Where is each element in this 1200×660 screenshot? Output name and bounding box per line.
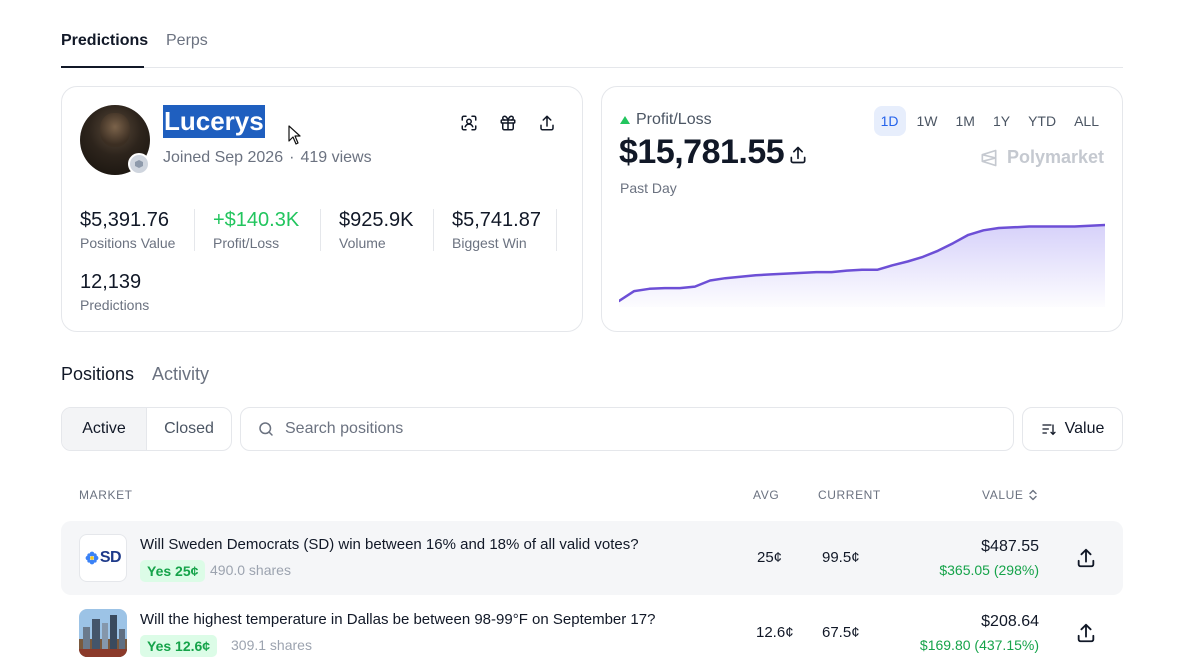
trend-up-icon (620, 116, 630, 124)
pnl-value: $15,781.55 (619, 133, 785, 171)
positions-section-tabs: Positions Activity (61, 364, 209, 385)
city-skyline-image (79, 609, 127, 657)
top-tabs: Predictions Perps (61, 30, 1123, 68)
stat-value: $925.9K (339, 209, 414, 231)
polymarket-watermark: Polymarket (979, 147, 1104, 168)
table-row[interactable]: Will the highest temperature in Dallas b… (61, 596, 1123, 660)
range-tab-1d[interactable]: 1D (873, 106, 906, 136)
column-header-value-label: VALUE (982, 488, 1024, 502)
stat-value: $5,741.87 (452, 209, 541, 231)
avg-price: 12.6¢ (756, 624, 794, 641)
sort-button[interactable]: Value (1022, 407, 1123, 451)
filter-closed-button[interactable]: Closed (146, 408, 231, 450)
stat-biggest-win: $5,741.87 Biggest Win (452, 209, 541, 251)
current-price: 99.5¢ (822, 549, 860, 566)
range-tab-ytd[interactable]: YTD (1021, 106, 1063, 136)
market-thumbnail: SD (79, 534, 127, 582)
range-tab-1w[interactable]: 1W (910, 106, 945, 136)
stat-divider (556, 209, 557, 251)
share-icon[interactable] (535, 111, 559, 135)
column-header-avg: AVG (753, 488, 780, 502)
sort-icon (1041, 424, 1056, 436)
stat-label: Positions Value (80, 235, 176, 251)
pnl-label: Profit/Loss (636, 111, 712, 128)
share-icon[interactable] (1075, 547, 1097, 569)
flower-logo-icon (85, 551, 99, 565)
stat-label: Biggest Win (452, 235, 527, 251)
stat-divider (433, 209, 434, 251)
meta-separator: · (289, 149, 295, 166)
stat-divider (194, 209, 195, 251)
pnl-chart-area (619, 225, 1105, 307)
position-gain: $169.80 (437.15%) (919, 637, 1039, 653)
stat-volume: $925.9K Volume (339, 209, 414, 251)
stat-label: Profit/Loss (213, 235, 280, 251)
stat-label: Predictions (80, 297, 150, 313)
username[interactable]: Lucerys (163, 105, 265, 138)
market-title[interactable]: Will Sweden Democrats (SD) win between 1… (140, 536, 639, 553)
stat-positions-value: $5,391.76 Positions Value (80, 209, 175, 251)
tab-activity[interactable]: Activity (152, 364, 209, 385)
outcome-badge: Yes 25¢ (140, 560, 206, 582)
column-header-market: MARKET (79, 488, 133, 502)
filter-active-button[interactable]: Active (62, 408, 146, 450)
share-count: 490.0 shares (210, 562, 291, 578)
current-price: 67.5¢ (822, 624, 860, 641)
search-box (240, 407, 1014, 451)
range-tab-1m[interactable]: 1M (949, 106, 982, 136)
profile-meta: Joined Sep 2026 · 419 views (163, 149, 372, 167)
verified-badge-icon (128, 153, 150, 175)
stat-value: 12,139 (80, 271, 142, 293)
share-count: 309.1 shares (231, 637, 312, 653)
market-thumbnail (79, 609, 127, 657)
share-icon[interactable] (1075, 622, 1097, 644)
stat-value: +$140.3K (213, 209, 300, 231)
stat-predictions: 12,139 Predictions (80, 271, 149, 313)
brand-name: Polymarket (1006, 147, 1104, 167)
stat-profit-loss: +$140.3K Profit/Loss (213, 209, 299, 251)
scan-icon[interactable] (457, 111, 481, 135)
search-icon (259, 422, 273, 436)
position-gain: $365.05 (298%) (939, 562, 1039, 578)
joined-date: Joined Sep 2026 (163, 149, 284, 166)
range-tab-all[interactable]: ALL (1067, 106, 1106, 136)
stat-divider (320, 209, 321, 251)
pnl-header: Profit/Loss (620, 111, 712, 129)
sort-label: Value (1064, 420, 1105, 437)
position-status-toggle: Active Closed (61, 407, 232, 451)
tab-perps[interactable]: Perps (166, 32, 208, 50)
polymarket-logo-icon (981, 149, 997, 166)
active-tab-indicator (61, 66, 144, 68)
column-header-current: CURRENT (818, 488, 881, 502)
mouse-cursor-icon (288, 125, 301, 145)
range-tab-1y[interactable]: 1Y (986, 106, 1017, 136)
share-icon[interactable] (788, 145, 808, 165)
time-range-tabs: 1D 1W 1M 1Y YTD ALL (873, 106, 1106, 136)
market-logo-text: SD (99, 549, 122, 566)
tab-predictions[interactable]: Predictions (61, 32, 148, 50)
stat-value: $5,391.76 (80, 209, 169, 231)
gift-icon[interactable] (496, 111, 520, 135)
market-title[interactable]: Will the highest temperature in Dallas b… (140, 611, 655, 628)
pnl-chart (619, 223, 1105, 307)
tab-positions[interactable]: Positions (61, 364, 134, 385)
table-row[interactable]: SD Will Sweden Democrats (SD) win betwee… (61, 521, 1123, 595)
profit-loss-card: Profit/Loss $15,781.55 Past Day 1D 1W 1M… (601, 86, 1123, 332)
column-header-value[interactable]: VALUE (982, 488, 1038, 502)
sort-toggle-icon (1029, 489, 1038, 501)
view-count: 419 views (300, 149, 372, 166)
position-value: $208.64 (981, 613, 1039, 630)
profile-card: Lucerys Joined Sep 2026 · 419 views $5,391… (61, 86, 583, 332)
stat-label: Volume (339, 235, 386, 251)
search-input[interactable] (285, 420, 1013, 438)
position-value: $487.55 (981, 538, 1039, 555)
avg-price: 25¢ (757, 549, 783, 566)
pnl-period: Past Day (620, 180, 677, 196)
outcome-badge: Yes 12.6¢ (140, 635, 218, 657)
